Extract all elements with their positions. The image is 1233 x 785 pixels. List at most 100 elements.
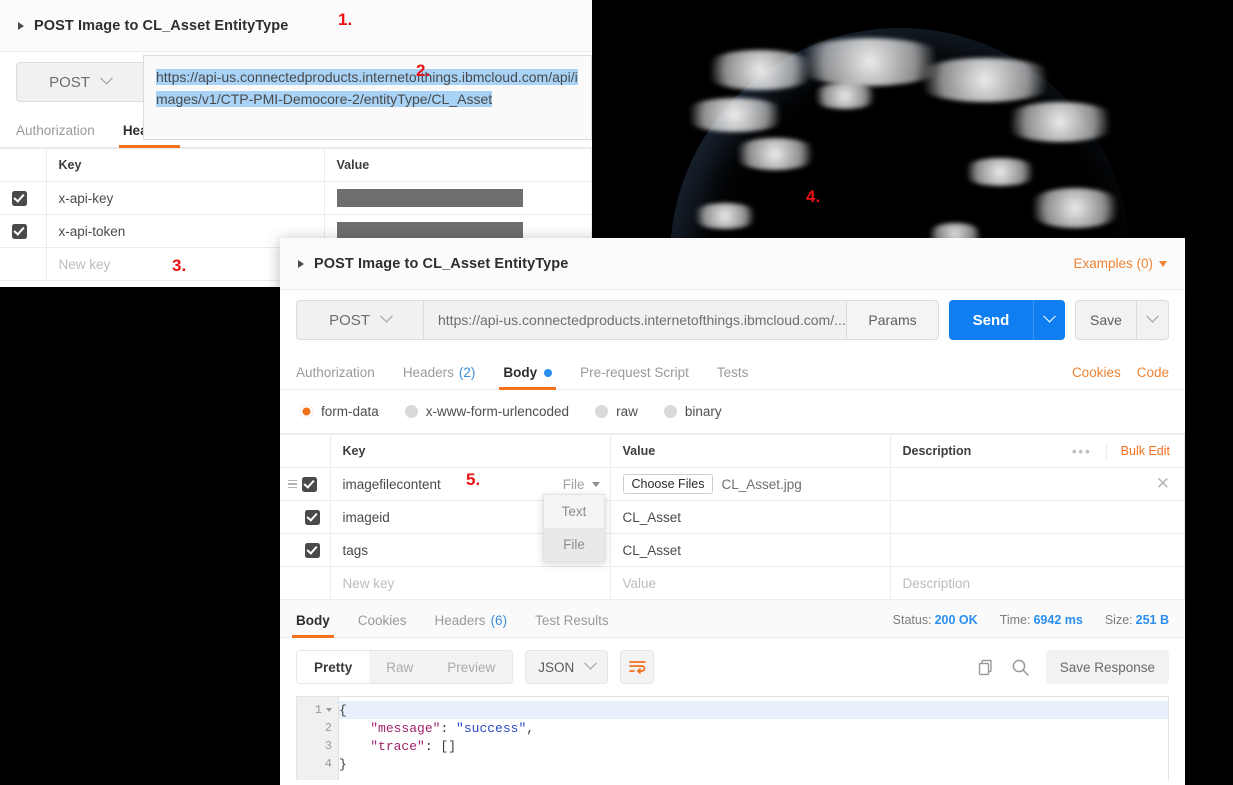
- row-checkbox-cell[interactable]: [280, 500, 331, 534]
- cookies-link[interactable]: Cookies: [1072, 365, 1121, 380]
- response-tab-test-results[interactable]: Test Results: [535, 613, 609, 637]
- send-button[interactable]: Send: [949, 300, 1033, 340]
- radio-binary[interactable]: binary: [663, 404, 722, 419]
- screenshot-root: POST Image to CL_Asset EntityType POST A…: [0, 0, 1233, 785]
- table-row-new[interactable]: New key Value Description: [280, 566, 1185, 600]
- url-input[interactable]: https://api-us.connectedproducts.interne…: [424, 300, 847, 340]
- view-mode-preview[interactable]: Preview: [430, 651, 512, 683]
- table-row[interactable]: imagefilecontent File Choose Files CL_As…: [280, 467, 1185, 501]
- method-selector[interactable]: POST: [296, 300, 424, 340]
- row-key-cell[interactable]: x-api-key: [46, 181, 325, 215]
- headers-table-head: Key Value: [0, 148, 592, 182]
- tab-body[interactable]: Body: [499, 365, 556, 390]
- tab-label: Authorization: [296, 365, 375, 380]
- row-checkbox-cell[interactable]: [280, 467, 331, 501]
- row-description-cell[interactable]: [890, 533, 1185, 567]
- view-mode-pretty[interactable]: Pretty: [297, 651, 370, 683]
- response-tab-body[interactable]: Body: [292, 613, 334, 638]
- radio-x-www-form-urlencoded[interactable]: x-www-form-urlencoded: [404, 404, 569, 419]
- code-link[interactable]: Code: [1137, 365, 1169, 380]
- row-value-cell[interactable]: Choose Files CL_Asset.jpg: [610, 467, 891, 501]
- response-meta: Status: 200 OK Time: 6942 ms Size: 251 B: [893, 613, 1169, 637]
- row-checkbox-cell: [0, 247, 47, 281]
- method-selector[interactable]: POST: [16, 62, 144, 102]
- radio-form-data[interactable]: form-data: [300, 404, 379, 419]
- row-value-cell[interactable]: [324, 181, 592, 215]
- view-mode-raw[interactable]: Raw: [369, 651, 430, 683]
- row-checkbox-cell[interactable]: [0, 214, 47, 248]
- row-value-cell[interactable]: CL_Asset: [610, 533, 891, 567]
- remove-row-icon[interactable]: ✕: [1156, 474, 1184, 494]
- word-wrap-button[interactable]: [620, 650, 655, 684]
- save-response-button[interactable]: Save Response: [1045, 650, 1169, 684]
- send-options-button[interactable]: [1033, 300, 1065, 340]
- chevron-down-icon: [100, 71, 113, 85]
- expand-caret-icon[interactable]: [298, 259, 304, 268]
- code-content[interactable]: { "message": "success", "trace": [] }: [339, 697, 1168, 780]
- tab-pre-request-script[interactable]: Pre-request Script: [580, 365, 689, 389]
- examples-dropdown[interactable]: Examples (0): [1073, 256, 1167, 271]
- save-button[interactable]: Save: [1075, 300, 1137, 340]
- annotation-4: 4.: [806, 187, 821, 206]
- row-checkbox[interactable]: [305, 542, 320, 558]
- table-row[interactable]: imageid CL_Asset: [280, 500, 1185, 534]
- table-row[interactable]: tags CL_Asset: [280, 533, 1185, 567]
- copy-icon[interactable]: [977, 658, 995, 676]
- row-description-cell[interactable]: ✕: [890, 467, 1185, 501]
- choose-files-button[interactable]: Choose Files: [622, 474, 714, 494]
- new-key-input[interactable]: New key: [331, 567, 610, 599]
- annotation-5: 5.: [466, 470, 481, 489]
- response-tab-cookies[interactable]: Cookies: [358, 613, 407, 637]
- response-body-code[interactable]: 1 2 3 4 { "message": "success", "trace":…: [296, 696, 1169, 780]
- new-description-input[interactable]: Description: [891, 567, 1185, 599]
- row-checkbox[interactable]: [12, 190, 27, 206]
- url-selected-text[interactable]: https://api-us.connectedproducts.interne…: [156, 69, 578, 107]
- drag-handle-icon[interactable]: [288, 479, 297, 489]
- expand-caret-icon[interactable]: [18, 21, 24, 30]
- fold-icon[interactable]: [326, 708, 332, 712]
- save-options-button[interactable]: [1137, 300, 1169, 340]
- row-checkbox[interactable]: [302, 476, 317, 492]
- format-selector[interactable]: JSON: [525, 650, 609, 684]
- search-icon[interactable]: [1011, 658, 1030, 677]
- examples-label: Examples (0): [1073, 256, 1153, 271]
- radio-icon: [300, 405, 313, 418]
- row-description-cell[interactable]: [890, 500, 1185, 534]
- radio-raw[interactable]: raw: [595, 404, 638, 419]
- row-value-cell[interactable]: Value: [610, 566, 891, 600]
- row-value-cell[interactable]: CL_Asset: [610, 500, 891, 534]
- line-number: 3: [324, 739, 332, 753]
- url-tooltip: https://api-us.connectedproducts.interne…: [143, 55, 592, 140]
- tab-label: Pre-request Script: [580, 365, 689, 380]
- tab-headers[interactable]: Headers (2): [403, 365, 476, 389]
- word-wrap-icon: [628, 661, 646, 674]
- radio-label: binary: [684, 404, 722, 419]
- row-key-cell[interactable]: New key: [330, 566, 611, 600]
- radio-icon: [404, 405, 418, 418]
- row-checkbox[interactable]: [12, 223, 27, 239]
- row-description-cell[interactable]: Description: [890, 566, 1185, 600]
- row-checkbox-cell[interactable]: [280, 533, 331, 567]
- value-type-selector[interactable]: File: [563, 477, 600, 492]
- request-title: POST Image to CL_Asset EntityType: [34, 17, 289, 34]
- row-checkbox-cell[interactable]: [0, 181, 47, 215]
- tab-authorization[interactable]: Authorization: [296, 365, 375, 389]
- format-label: JSON: [538, 659, 575, 675]
- table-row[interactable]: x-api-key: [0, 181, 592, 215]
- response-actions: Save Response: [977, 650, 1169, 684]
- bulk-edit-link[interactable]: Bulk Edit: [1107, 444, 1184, 458]
- more-options-icon[interactable]: •••: [1072, 443, 1107, 459]
- view-mode-segmented: Pretty Raw Preview: [296, 650, 514, 684]
- params-button[interactable]: Params: [847, 300, 939, 340]
- main-window-title-bar: POST Image to CL_Asset EntityType Exampl…: [280, 238, 1185, 290]
- chevron-down-icon: [1159, 260, 1167, 267]
- menu-item-file[interactable]: File: [544, 528, 604, 561]
- response-tab-headers[interactable]: Headers (6): [435, 613, 508, 637]
- size-badge: Size: 251 B: [1105, 613, 1169, 627]
- menu-item-text[interactable]: Text: [544, 495, 604, 528]
- tab-tests[interactable]: Tests: [717, 365, 749, 389]
- code-line: {: [339, 701, 1168, 719]
- row-checkbox[interactable]: [305, 509, 320, 525]
- tab-authorization[interactable]: Authorization: [16, 123, 95, 147]
- new-value-input[interactable]: Value: [611, 567, 890, 599]
